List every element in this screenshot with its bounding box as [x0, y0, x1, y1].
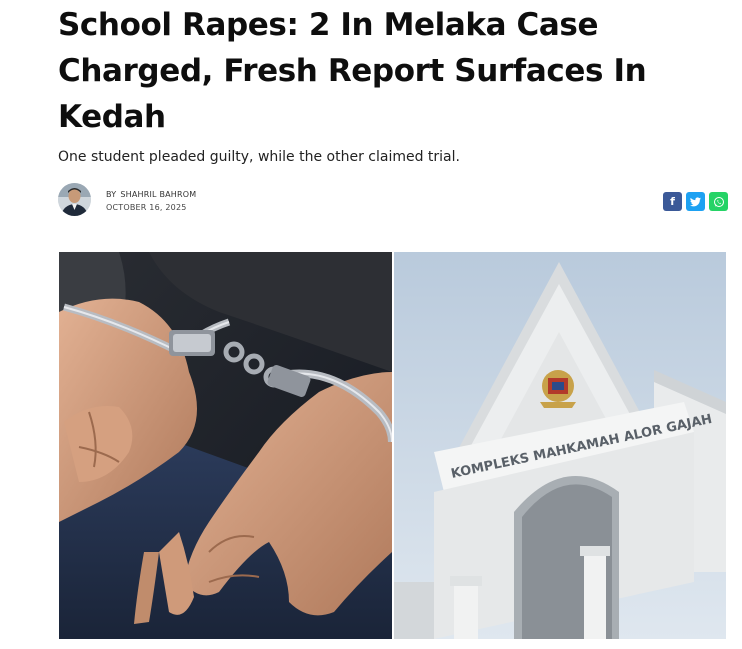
court-building-photo: KOMPLEKS MAHKAMAH ALOR GAJAH: [394, 252, 726, 639]
byline-by: BY: [106, 190, 117, 199]
author-name[interactable]: SHAHRIL BAHROM: [120, 190, 196, 199]
whatsapp-icon: [713, 196, 724, 207]
publish-date: OCTOBER 16, 2025: [106, 203, 187, 212]
whatsapp-share-button[interactable]: [709, 192, 728, 211]
facebook-share-button[interactable]: f: [663, 192, 682, 211]
article-headline: School Rapes: 2 In Melaka Case Charged, …: [58, 7, 647, 135]
author-line: BY SHAHRIL BAHROM: [106, 190, 196, 200]
handcuffs-photo: [59, 252, 392, 639]
author-avatar[interactable]: [58, 183, 91, 216]
twitter-share-button[interactable]: [686, 192, 705, 211]
twitter-icon: [690, 196, 701, 206]
article-subheadline: One student pleaded guilty, while the ot…: [58, 149, 460, 165]
share-buttons: f: [663, 192, 728, 211]
article-featured-image[interactable]: KOMPLEKS MAHKAMAH ALOR GAJAH: [59, 252, 726, 639]
byline: BY SHAHRIL BAHROM OCTOBER 16, 2025 f: [58, 183, 728, 217]
facebook-icon: f: [670, 195, 675, 208]
